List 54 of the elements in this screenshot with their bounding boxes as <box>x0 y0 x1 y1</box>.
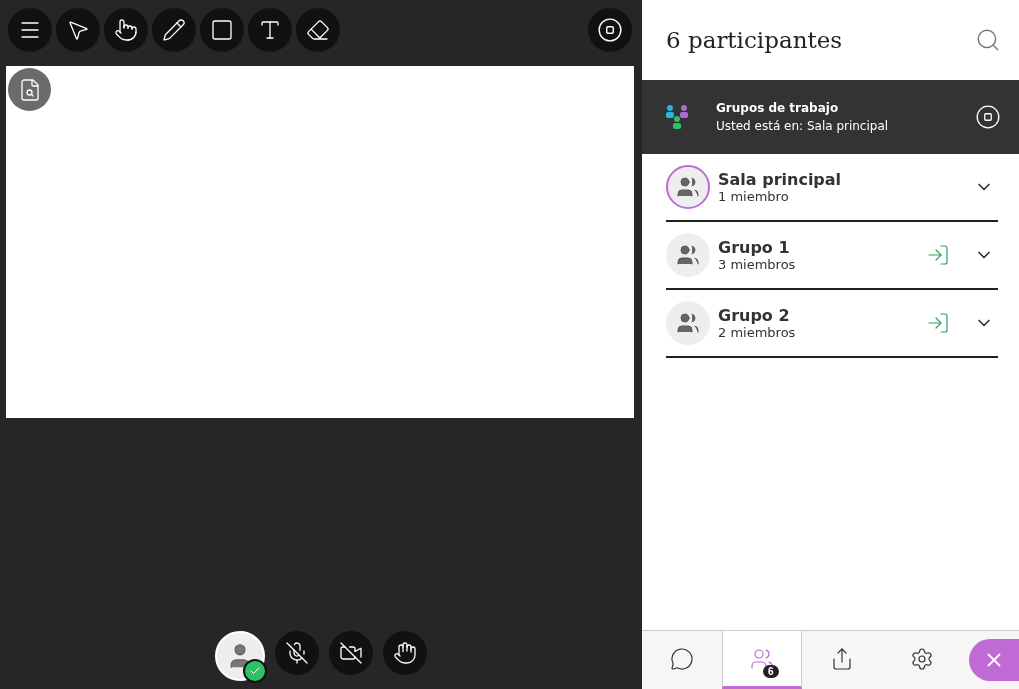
muted-microphone-icon <box>285 641 309 665</box>
hand-icon <box>393 641 417 665</box>
close-button[interactable] <box>969 639 1019 681</box>
people-icon <box>676 175 700 199</box>
stop-icon <box>597 17 623 43</box>
user-avatar[interactable] <box>215 631 265 681</box>
enter-door-icon <box>926 311 950 335</box>
group-row[interactable]: Grupo 2 2 miembros <box>666 290 998 358</box>
breakout-location: Usted está en: Sala principal <box>716 119 890 133</box>
select-tool[interactable] <box>56 8 100 52</box>
stop-button[interactable] <box>975 104 1001 130</box>
pencil-icon <box>162 18 186 42</box>
panel-title: 6 participantes <box>666 27 843 53</box>
settings-icon <box>910 646 934 671</box>
share-icon <box>830 646 854 671</box>
hand-pointer-icon <box>114 18 138 42</box>
check-icon <box>249 665 261 677</box>
pencil-tool[interactable] <box>152 8 196 52</box>
stop-icon <box>975 104 1001 130</box>
group-name: Sala principal <box>718 170 843 189</box>
member-count: 2 miembros <box>718 325 797 340</box>
join-button[interactable] <box>926 243 950 267</box>
people-icon <box>676 311 700 335</box>
group-row[interactable]: Grupo 1 3 miembros <box>666 222 998 290</box>
participants-tab[interactable]: 6 <box>722 631 802 689</box>
menu-button[interactable] <box>8 8 52 52</box>
pan-tool[interactable] <box>104 8 148 52</box>
enter-door-icon <box>926 243 950 267</box>
chat-bubble-icon <box>670 646 694 671</box>
camera-button[interactable] <box>329 631 373 675</box>
member-count: 3 miembros <box>718 257 797 272</box>
member-count: 1 miembro <box>718 189 790 204</box>
search-icon <box>975 27 1001 53</box>
document-search-button[interactable] <box>8 68 51 111</box>
arrow-pointer-icon <box>66 18 90 42</box>
group-name: Grupo 1 <box>718 238 791 257</box>
search-button[interactable] <box>975 27 1001 53</box>
groups-icon <box>664 104 690 130</box>
breakout-title: Grupos de trabajo <box>716 101 840 115</box>
text-tool[interactable] <box>248 8 292 52</box>
raise-hand-button[interactable] <box>383 631 427 675</box>
stop-button[interactable] <box>588 8 632 52</box>
count-badge: 6 <box>763 665 779 678</box>
group-name: Grupo 2 <box>718 306 791 325</box>
eraser-icon <box>306 18 330 42</box>
text-icon <box>258 18 282 42</box>
group-row[interactable]: Sala principal 1 miembro <box>666 154 998 222</box>
join-button[interactable] <box>926 311 950 335</box>
eraser-tool[interactable] <box>296 8 340 52</box>
microphone-button[interactable] <box>275 631 319 675</box>
square-icon <box>210 18 234 42</box>
shape-tool[interactable] <box>200 8 244 52</box>
camera-off-icon <box>339 641 363 665</box>
people-icon <box>676 243 700 267</box>
